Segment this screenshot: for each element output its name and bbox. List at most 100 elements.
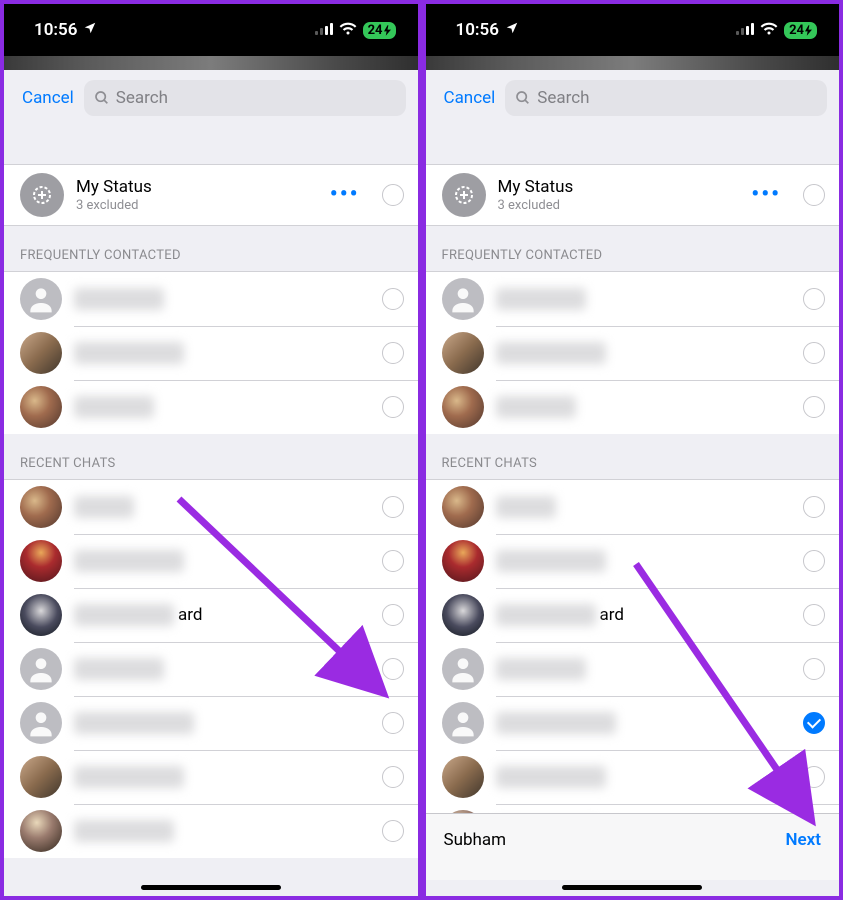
list-item[interactable] [426, 696, 840, 750]
blurred-name [496, 766, 606, 788]
list-item[interactable] [4, 804, 418, 858]
battery-pct: 24 [368, 23, 383, 38]
cellular-icon [315, 20, 333, 40]
selection-checkbox[interactable] [382, 604, 404, 626]
blurred-name [496, 396, 576, 418]
status-bar: 10:56 24 [4, 4, 418, 56]
blurred-name [74, 820, 174, 842]
cancel-button[interactable]: Cancel [22, 88, 74, 108]
location-icon [83, 20, 97, 40]
list-item[interactable] [426, 750, 840, 804]
battery-badge: 24 [784, 22, 817, 39]
selection-checkbox[interactable] [382, 496, 404, 518]
my-status-row[interactable]: My Status 3 excluded ••• [426, 165, 840, 225]
avatar [442, 756, 484, 798]
blurred-name [496, 342, 606, 364]
list-item[interactable] [426, 326, 840, 380]
recent-list: ard [4, 479, 418, 858]
battery-badge: 24 [363, 22, 396, 39]
list-item[interactable] [426, 480, 840, 534]
my-status-checkbox[interactable] [803, 184, 825, 206]
my-status-text: My Status 3 excluded [498, 177, 740, 213]
selection-checkbox[interactable] [803, 550, 825, 572]
avatar [442, 540, 484, 582]
selection-checkbox[interactable] [803, 766, 825, 788]
list-item[interactable] [4, 480, 418, 534]
contact-name [74, 766, 370, 788]
selection-checkbox[interactable] [803, 342, 825, 364]
my-status-title: My Status [76, 177, 318, 197]
selection-checkbox[interactable] [803, 712, 825, 734]
avatar [20, 278, 62, 320]
avatar [20, 702, 62, 744]
blurred-name [74, 766, 184, 788]
selection-checkbox[interactable] [803, 396, 825, 418]
my-status-text: My Status 3 excluded [76, 177, 318, 213]
header-row: Cancel Search [4, 70, 418, 130]
contact-name [74, 550, 370, 572]
selection-checkbox[interactable] [382, 712, 404, 734]
more-icon[interactable]: ••• [330, 190, 360, 200]
section-header-frequent: FREQUENTLY CONTACTED [426, 226, 840, 271]
selection-checkbox[interactable] [803, 288, 825, 310]
selection-checkbox[interactable] [803, 496, 825, 518]
list-item[interactable]: ard [426, 588, 840, 642]
search-placeholder: Search [116, 88, 168, 108]
list-item[interactable]: ard [4, 588, 418, 642]
screen-right: 10:56 24 [426, 4, 840, 896]
contact-name [496, 658, 792, 680]
selection-checkbox[interactable] [382, 288, 404, 310]
wifi-icon [339, 20, 357, 40]
status-left: 10:56 [456, 20, 519, 40]
list-item[interactable] [426, 534, 840, 588]
list-item[interactable] [4, 272, 418, 326]
next-button[interactable]: Next [786, 830, 822, 850]
selection-checkbox[interactable] [803, 658, 825, 680]
status-left: 10:56 [34, 20, 97, 40]
cancel-button[interactable]: Cancel [444, 88, 496, 108]
contact-name [496, 550, 792, 572]
status-bar: 10:56 24 [426, 4, 840, 56]
avatar [20, 540, 62, 582]
search-input[interactable]: Search [84, 80, 406, 116]
selection-checkbox[interactable] [382, 766, 404, 788]
list-item[interactable] [426, 380, 840, 434]
list-item[interactable] [4, 696, 418, 750]
home-indicator [562, 885, 702, 890]
list-item[interactable] [4, 534, 418, 588]
my-status-checkbox[interactable] [382, 184, 404, 206]
blurred-name [496, 550, 606, 572]
blurred-name [496, 496, 556, 518]
background-peek [426, 56, 840, 70]
blurred-name [74, 396, 154, 418]
avatar [20, 648, 62, 690]
my-status-title: My Status [498, 177, 740, 197]
contact-name [496, 396, 792, 418]
section-header-recent: RECENT CHATS [426, 434, 840, 479]
selection-checkbox[interactable] [803, 604, 825, 626]
frequent-list [4, 271, 418, 434]
contact-name [74, 288, 370, 310]
blurred-name [74, 288, 164, 310]
my-status-row[interactable]: My Status 3 excluded ••• [4, 165, 418, 225]
list-item[interactable] [4, 642, 418, 696]
blurred-name [74, 712, 194, 734]
list-item[interactable] [426, 272, 840, 326]
search-input[interactable]: Search [505, 80, 827, 116]
selection-checkbox[interactable] [382, 342, 404, 364]
blurred-name [74, 496, 134, 518]
frequent-list [426, 271, 840, 434]
footer-selected-name: Subham [444, 830, 507, 850]
selection-checkbox[interactable] [382, 396, 404, 418]
home-indicator [141, 885, 281, 890]
list-item[interactable] [4, 326, 418, 380]
location-icon [505, 20, 519, 40]
selection-checkbox[interactable] [382, 820, 404, 842]
list-item[interactable] [4, 750, 418, 804]
list-item[interactable] [4, 380, 418, 434]
selection-checkbox[interactable] [382, 550, 404, 572]
screen-left: 10:56 24 [4, 4, 418, 896]
selection-checkbox[interactable] [382, 658, 404, 680]
more-icon[interactable]: ••• [751, 190, 781, 200]
list-item[interactable] [426, 642, 840, 696]
